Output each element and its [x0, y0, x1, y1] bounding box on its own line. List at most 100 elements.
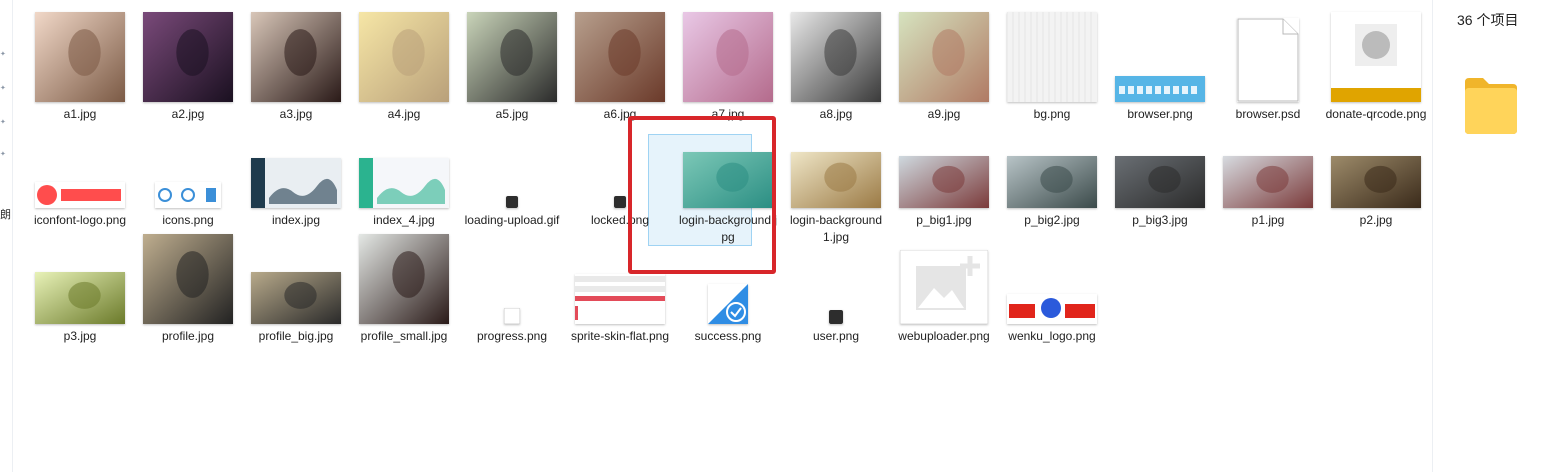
file-item[interactable]: loading-upload.gif — [458, 144, 566, 229]
file-name: login-background1.jpg — [789, 213, 883, 244]
thumbnail-image — [683, 12, 773, 102]
file-item[interactable]: bg.png — [998, 8, 1106, 123]
file-thumbnail — [998, 144, 1106, 208]
file-item[interactable]: a6.jpg — [566, 8, 674, 123]
thumbnail-image — [359, 12, 449, 102]
nav-item-label[interactable]: 朗 — [0, 206, 11, 222]
file-item[interactable]: profile.jpg — [134, 234, 242, 345]
thumbnail-image — [35, 182, 125, 208]
file-item[interactable]: wenku_logo.png — [998, 260, 1106, 345]
pin-icon[interactable]: ✦ — [0, 119, 6, 126]
thumbnail-image — [359, 158, 449, 208]
file-name: sprite-skin-flat.png — [570, 329, 670, 343]
file-thumbnail — [134, 234, 242, 324]
file-name: webuploader.png — [898, 329, 990, 343]
file-item[interactable]: progress.png — [458, 260, 566, 345]
file-item[interactable]: profile_small.jpg — [350, 234, 458, 345]
file-item[interactable]: a8.jpg — [782, 8, 890, 123]
thumbnail-image — [899, 12, 989, 102]
thumbnail-image — [1223, 156, 1313, 208]
file-item[interactable]: a5.jpg — [458, 8, 566, 123]
file-item[interactable]: login-background1.jpg — [782, 144, 890, 246]
file-item[interactable]: a3.jpg — [242, 8, 350, 123]
file-name: profile_big.jpg — [258, 329, 334, 343]
file-name: p_big1.jpg — [916, 213, 972, 227]
folder-icon — [1465, 78, 1517, 134]
file-name: a1.jpg — [63, 107, 97, 121]
file-item[interactable]: icons.png — [134, 144, 242, 229]
thumbnail-image — [251, 12, 341, 102]
file-name: profile_small.jpg — [360, 329, 448, 343]
file-item[interactable]: a1.jpg — [26, 8, 134, 123]
thumbnail-image — [1115, 156, 1205, 208]
file-name: browser.psd — [1235, 107, 1301, 121]
file-thumbnail — [1106, 144, 1214, 208]
file-name: a5.jpg — [495, 107, 529, 121]
thumbnail-image — [575, 12, 665, 102]
file-thumbnail — [782, 144, 890, 208]
file-name: loading-upload.gif — [464, 213, 560, 227]
file-thumbnail — [998, 260, 1106, 324]
file-thumbnail — [998, 8, 1106, 102]
thumbnail-image — [504, 308, 520, 324]
file-item[interactable]: index.jpg — [242, 144, 350, 229]
file-name: index_4.jpg — [373, 213, 435, 227]
file-thumbnail — [890, 144, 998, 208]
file-item[interactable]: user.png — [782, 260, 890, 345]
file-item[interactable]: profile_big.jpg — [242, 260, 350, 345]
file-item[interactable]: p_big1.jpg — [890, 144, 998, 229]
file-name: p2.jpg — [1359, 213, 1393, 227]
file-name: p1.jpg — [1251, 213, 1285, 227]
file-item[interactable]: p1.jpg — [1214, 144, 1322, 229]
file-item[interactable]: iconfont-logo.png — [26, 144, 134, 229]
navigation-pane-edge[interactable]: ✦ ✦ ✦ ✦ 朗 — [0, 0, 13, 472]
thumbnail-image — [614, 196, 626, 208]
file-item[interactable]: p_big3.jpg — [1106, 144, 1214, 229]
thumbnail-image — [506, 196, 518, 208]
annotation-rectangle — [628, 116, 776, 274]
file-item[interactable]: webuploader.png — [890, 250, 998, 345]
thumbnail-image — [791, 152, 881, 208]
file-item[interactable]: browser.png — [1106, 8, 1214, 123]
thumbnail-image — [1331, 156, 1421, 208]
file-thumbnail — [1322, 8, 1430, 102]
file-name: browser.png — [1127, 107, 1193, 121]
file-thumbnail — [1214, 8, 1322, 102]
file-item[interactable]: p3.jpg — [26, 260, 134, 345]
file-name: p_big3.jpg — [1132, 213, 1188, 227]
file-thumbnail — [1106, 8, 1214, 102]
file-item[interactable]: donate-qrcode.png — [1322, 8, 1430, 123]
file-item[interactable]: p_big2.jpg — [998, 144, 1106, 229]
file-thumbnail — [134, 144, 242, 208]
pin-icon[interactable]: ✦ — [0, 51, 6, 58]
thumbnail-image — [900, 250, 988, 324]
file-thumbnail — [350, 8, 458, 102]
file-name: p3.jpg — [63, 329, 97, 343]
file-thumbnail — [674, 8, 782, 102]
file-thumbnail — [134, 8, 242, 102]
file-item[interactable]: browser.psd — [1214, 8, 1322, 123]
file-name: success.png — [694, 329, 762, 343]
file-item[interactable]: index_4.jpg — [350, 144, 458, 229]
file-thumbnail — [566, 8, 674, 102]
details-pane: 36 个项目 — [1432, 0, 1546, 472]
file-thumbnail — [350, 144, 458, 208]
file-name: a2.jpg — [171, 107, 205, 121]
file-name: progress.png — [476, 329, 548, 343]
file-item[interactable]: a2.jpg — [134, 8, 242, 123]
thumbnail-image — [359, 234, 449, 324]
file-thumbnail — [890, 250, 998, 324]
thumbnail-image — [143, 12, 233, 102]
pin-icon[interactable]: ✦ — [0, 151, 6, 158]
file-item[interactable]: a9.jpg — [890, 8, 998, 123]
pin-icon[interactable]: ✦ — [0, 85, 6, 92]
file-name: a3.jpg — [279, 107, 313, 121]
thumbnail-image — [899, 156, 989, 208]
file-name: iconfont-logo.png — [33, 213, 127, 227]
file-thumbnail — [458, 144, 566, 208]
file-item[interactable]: a4.jpg — [350, 8, 458, 123]
file-item[interactable]: a7.jpg — [674, 8, 782, 123]
file-thumbnail — [1214, 144, 1322, 208]
file-thumbnail — [1322, 144, 1430, 208]
file-item[interactable]: p2.jpg — [1322, 144, 1430, 229]
